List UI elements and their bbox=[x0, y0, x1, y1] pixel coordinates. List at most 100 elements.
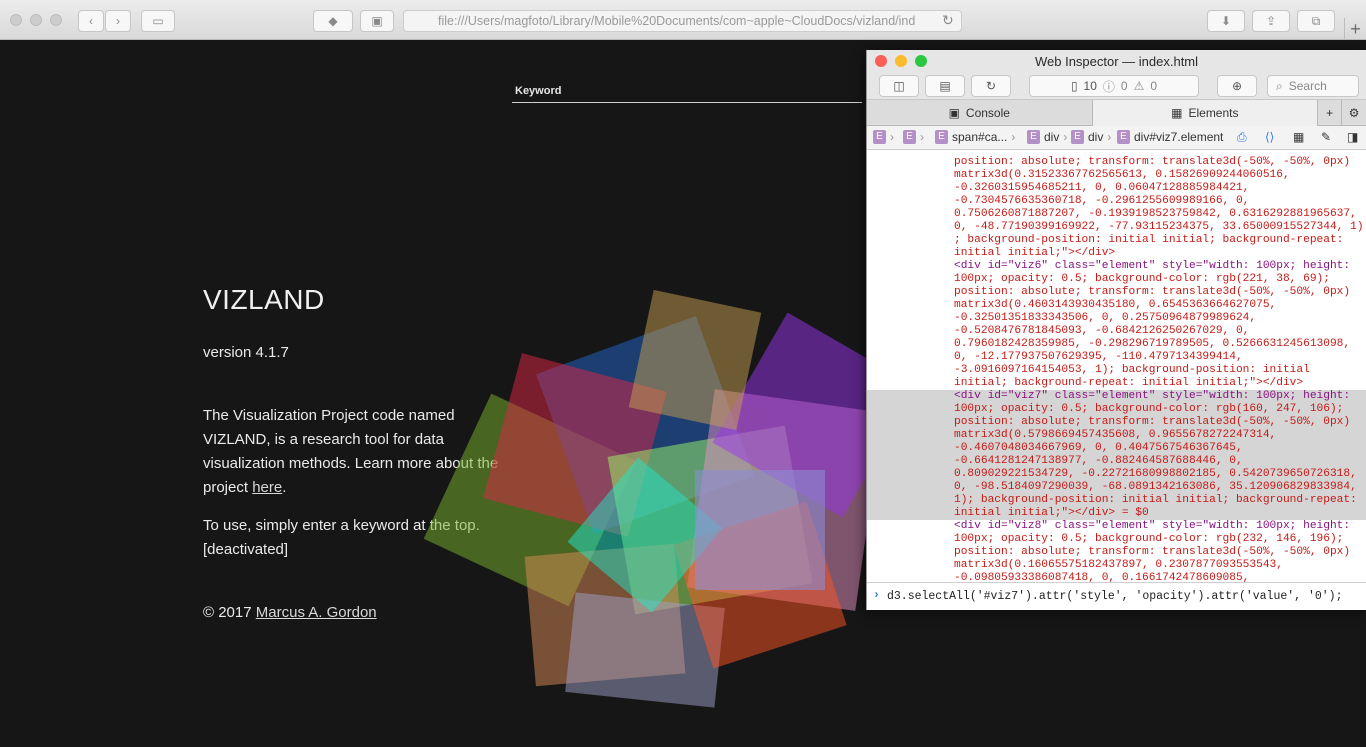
error-count: 0 bbox=[1120, 79, 1128, 93]
dom-tree-line[interactable]: -0.7304576635360718, -0.2961255609989166… bbox=[867, 195, 1366, 208]
new-inspector-tab-button[interactable]: + bbox=[1318, 100, 1343, 126]
tab-elements[interactable]: ▦ Elements bbox=[1092, 100, 1319, 126]
settings-button[interactable]: ⚙ bbox=[1342, 100, 1366, 126]
web-inspector-window: Web Inspector — index.html ◫ ▤ ↻ ▯ 10 ⓘ 0 … bbox=[866, 50, 1366, 610]
dom-tree-line[interactable]: -3.0916097164154053, 1); background-posi… bbox=[867, 364, 1366, 377]
dom-tree-line[interactable]: 100px; opacity: 0.5; background-color: r… bbox=[867, 403, 1366, 416]
dom-tree-line[interactable]: 0, -98.5184097290039, -68.0891342163086,… bbox=[867, 481, 1366, 494]
dock-bottom-button[interactable]: ▤ bbox=[925, 75, 965, 97]
activity-viewer[interactable]: ▯ 10 ⓘ 0 ⚠ 0 bbox=[1029, 75, 1199, 97]
breadcrumb-separator: › bbox=[1063, 130, 1068, 144]
dom-tree-line[interactable]: 100px; opacity: 0.5; background-color: r… bbox=[867, 273, 1366, 286]
dom-tree-line[interactable]: <div id="viz7" class="element" style="wi… bbox=[867, 390, 1366, 403]
search-field[interactable]: ⌕ Search bbox=[1267, 75, 1359, 97]
minimize-window-button[interactable] bbox=[30, 14, 42, 26]
dom-tree-line[interactable]: matrix3d(0.16065575182437897, 0.23078770… bbox=[867, 559, 1366, 572]
dock-side-icon: ◫ bbox=[893, 79, 905, 93]
copyright-prefix: © 2017 bbox=[203, 604, 256, 621]
dom-tree-line[interactable]: initial initial;"></div> bbox=[867, 247, 1366, 260]
cloud-tabs-button[interactable]: ◆ bbox=[313, 10, 353, 32]
dom-tree-line[interactable]: initial initial;"></div> = $0 bbox=[867, 507, 1366, 520]
edit-icon[interactable]: ✎ bbox=[1321, 130, 1331, 144]
search-icon: ⌕ bbox=[1276, 78, 1283, 93]
downloads-button[interactable]: ⬇ bbox=[1207, 10, 1245, 32]
extension-icon: ▣ bbox=[371, 14, 383, 28]
dom-tree-line[interactable]: -0.5208476781845093, -0.6842126250267029… bbox=[867, 325, 1366, 338]
shadow-dom-icon[interactable]: ⟨⟩ bbox=[1265, 130, 1274, 144]
breadcrumb-label: div#viz7.element bbox=[1134, 130, 1224, 144]
forward-button[interactable]: › bbox=[105, 10, 131, 32]
dom-tree-line[interactable]: -0.6641281247138977, -0.882464587688446,… bbox=[867, 455, 1366, 468]
dom-tree-line[interactable]: -0.32501351833343506, 0, 0.2575096487998… bbox=[867, 312, 1366, 325]
console-prompt[interactable]: › d3.selectAll('#viz7').attr('style', 'o… bbox=[867, 582, 1366, 610]
back-button[interactable]: ‹ bbox=[78, 10, 104, 32]
reload-page-button[interactable]: ↻ bbox=[971, 75, 1011, 97]
console-icon: ▣ bbox=[948, 106, 960, 120]
breadcrumb-body[interactable]: E › bbox=[903, 130, 924, 144]
dom-tree-line[interactable]: 0.7960182428359985, -0.298296719789505, … bbox=[867, 338, 1366, 351]
breadcrumb-selected[interactable]: Ediv#viz7.element bbox=[1117, 130, 1223, 144]
dom-tree-line[interactable]: -0.4607048034667969, 0, 0.40475675463676… bbox=[867, 442, 1366, 455]
close-window-button[interactable] bbox=[10, 14, 22, 26]
share-button[interactable]: ⇪ bbox=[1252, 10, 1290, 32]
show-tabs-button[interactable]: ⧉ bbox=[1297, 10, 1335, 32]
dom-tree-line[interactable]: ; background-position: initial initial; … bbox=[867, 234, 1366, 247]
dom-tree-line[interactable]: 0, -12.177937507629395, -110.47971343994… bbox=[867, 351, 1366, 364]
dom-tree-line[interactable]: -0.09805933386087418, 0, 0.1661742478609… bbox=[867, 572, 1366, 582]
breadcrumb-label: div bbox=[1088, 130, 1104, 144]
dom-tree-line[interactable]: 100px; opacity: 0.5; background-color: r… bbox=[867, 533, 1366, 546]
dom-tree-line[interactable]: 0.809029221534729, -0.22721680998802185,… bbox=[867, 468, 1366, 481]
dom-tree[interactable]: position: absolute; transform: translate… bbox=[867, 156, 1366, 582]
version-text: version 4.1.7 bbox=[203, 344, 289, 361]
dom-tree-line[interactable]: 0.7506260871887207, -0.1939198523759842,… bbox=[867, 208, 1366, 221]
details-sidebar-icon[interactable]: ◨ bbox=[1347, 130, 1358, 144]
dom-tree-line[interactable]: <div id="viz6" class="element" style="wi… bbox=[867, 260, 1366, 273]
dom-tree-line[interactable]: position: absolute; transform: translate… bbox=[867, 156, 1366, 169]
keyword-input[interactable] bbox=[512, 102, 862, 103]
dom-tree-line[interactable]: <div id="viz8" class="element" style="wi… bbox=[867, 520, 1366, 533]
dom-tree-line[interactable]: matrix3d(0.5798669457435608, 0.965567827… bbox=[867, 429, 1366, 442]
element-icon: E bbox=[1071, 130, 1084, 144]
keyword-label: Keyword bbox=[515, 85, 562, 97]
description-suffix: . bbox=[282, 479, 287, 496]
author-link[interactable]: Marcus A. Gordon bbox=[256, 604, 377, 621]
breadcrumb: E › E › Espan#ca... › Ediv › Ediv › Ediv#viz7… bbox=[867, 126, 1366, 150]
dom-tree-line[interactable]: position: absolute; transform: translate… bbox=[867, 416, 1366, 429]
error-icon: ⓘ bbox=[1102, 79, 1115, 94]
tab-console[interactable]: ▣ Console bbox=[867, 100, 1093, 126]
dom-tree-line[interactable]: initial; background-repeat: initial init… bbox=[867, 377, 1366, 390]
dom-tree-line[interactable]: 0, -48.77190399169922, -77.93115234375, … bbox=[867, 221, 1366, 234]
inspector-minimize-button[interactable] bbox=[895, 55, 907, 67]
inspector-tab-bar: ▣ Console ▦ Elements + ⚙ bbox=[867, 100, 1366, 126]
warning-count: 0 bbox=[1150, 79, 1158, 93]
dom-tree-line[interactable]: position: absolute; transform: translate… bbox=[867, 286, 1366, 299]
inspector-close-button[interactable] bbox=[875, 55, 887, 67]
dom-tree-line[interactable]: matrix3d(0.31523367762565613, 0.15826909… bbox=[867, 169, 1366, 182]
breadcrumb-root[interactable]: E › bbox=[873, 130, 894, 144]
breadcrumb-div-2[interactable]: Ediv › bbox=[1071, 130, 1111, 144]
learn-more-link[interactable]: here bbox=[252, 479, 282, 496]
new-tab-button[interactable]: + bbox=[1344, 18, 1366, 40]
zoom-window-button[interactable] bbox=[50, 14, 62, 26]
dom-tree-line[interactable]: matrix3d(0.4603143930435180, 0.654536366… bbox=[867, 299, 1366, 312]
address-bar[interactable]: file:///Users/magfoto/Library/Mobile%20D… bbox=[403, 10, 962, 32]
dom-tree-line[interactable]: 1); background-position: initial initial… bbox=[867, 494, 1366, 507]
breadcrumb-span[interactable]: Espan#ca... › bbox=[935, 130, 1015, 144]
breadcrumb-div[interactable]: Ediv › bbox=[1027, 130, 1067, 144]
inspector-zoom-button[interactable] bbox=[915, 55, 927, 67]
layers-icon: ◆ bbox=[328, 14, 338, 28]
element-selection-button[interactable]: ⊕ bbox=[1217, 75, 1257, 97]
inspector-toolbar: ◫ ▤ ↻ ▯ 10 ⓘ 0 ⚠ 0 ⊕ ⌕ Search bbox=[867, 72, 1366, 100]
element-icon: E bbox=[1027, 130, 1040, 144]
reload-icon[interactable]: ↻ bbox=[942, 12, 954, 29]
dom-tree-line[interactable]: position: absolute; transform: translate… bbox=[867, 546, 1366, 559]
document-icon: ▯ bbox=[1070, 79, 1078, 93]
print-styles-icon[interactable]: ⎙ bbox=[1237, 130, 1247, 145]
dom-tree-line[interactable]: -0.3260315954685211, 0, 0.06047128885984… bbox=[867, 182, 1366, 195]
sidebar-button[interactable]: ▭ bbox=[141, 10, 175, 32]
share-icon: ⇪ bbox=[1265, 14, 1277, 28]
layout-grid-icon[interactable]: ▦ bbox=[1293, 130, 1304, 144]
dock-side-button[interactable]: ◫ bbox=[879, 75, 919, 97]
extension-button[interactable]: ▣ bbox=[360, 10, 394, 32]
console-input[interactable]: d3.selectAll('#viz7').attr('style', 'opa… bbox=[887, 590, 1342, 603]
